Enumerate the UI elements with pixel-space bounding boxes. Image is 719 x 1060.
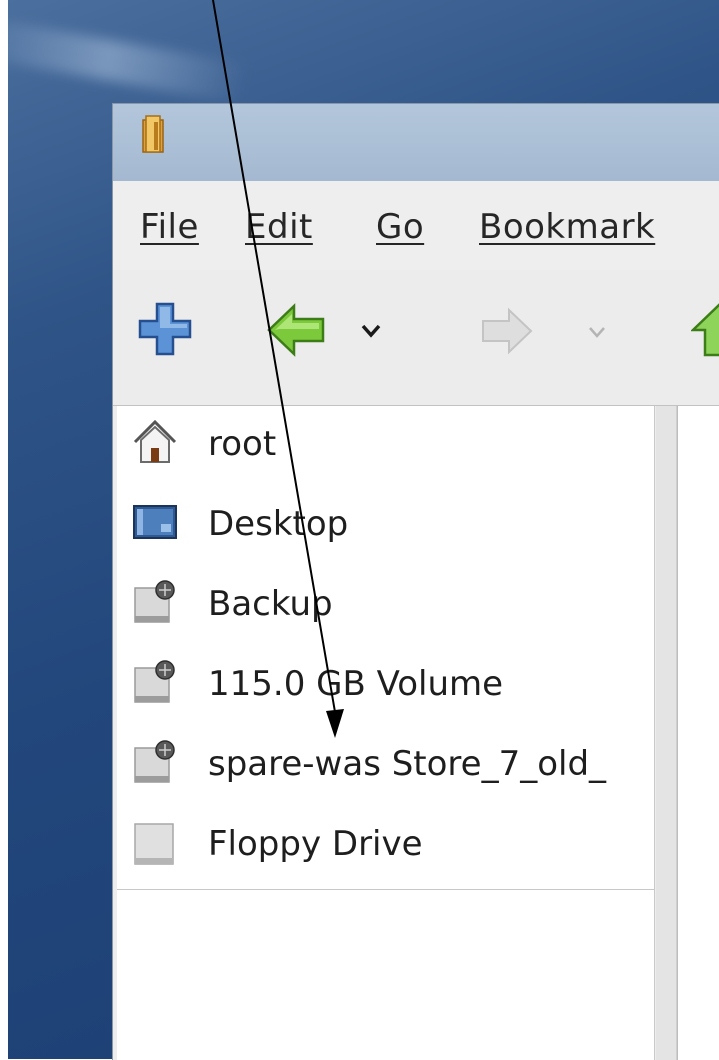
sidebar-item-label: 115.0 GB Volume: [208, 664, 504, 704]
title-bar[interactable]: [113, 104, 719, 181]
sidebar-item-label: spare-was Store_7_old_: [208, 744, 607, 784]
sidebar-item-desktop[interactable]: Desktop: [117, 486, 654, 566]
drive-icon: [134, 740, 175, 783]
menu-edit[interactable]: Edit: [245, 207, 313, 247]
forward-history-chevron-icon[interactable]: [588, 326, 606, 339]
back-arrow-icon[interactable]: [265, 303, 327, 357]
home-icon: [133, 419, 177, 463]
sidebar-item-label: root: [208, 424, 277, 464]
floppy-drive-icon: [134, 823, 174, 865]
sidebar-item-label: Backup: [208, 584, 333, 624]
sidebar-item-floppy-drive[interactable]: Floppy Drive: [117, 806, 654, 886]
up-arrow-icon[interactable]: [691, 303, 719, 357]
places-list: root Desktop Backup 115.0 GB Volume spar…: [117, 406, 654, 890]
sidebar-item-backup[interactable]: Backup: [117, 566, 654, 646]
sidebar-item-root[interactable]: root: [117, 406, 654, 486]
desktop-icon: [133, 505, 177, 539]
file-view-pane[interactable]: [677, 406, 719, 1060]
sidebar-item-spare-was-store[interactable]: spare-was Store_7_old_: [117, 726, 654, 806]
toolbar: [113, 270, 719, 406]
sidebar-item-115gb-volume[interactable]: 115.0 GB Volume: [117, 646, 654, 726]
menu-bar: File Edit Go Bookmark: [113, 181, 719, 271]
file-manager-app-icon[interactable]: [140, 114, 170, 154]
forward-arrow-icon[interactable]: [479, 307, 535, 355]
file-manager-window: File Edit Go Bookmark root Desktop Backu…: [112, 103, 719, 1060]
sidebar-scrollbar[interactable]: [656, 406, 677, 1060]
drive-icon: [134, 580, 175, 623]
menu-go[interactable]: Go: [376, 207, 424, 247]
menu-file[interactable]: File: [140, 207, 199, 247]
drive-icon: [134, 660, 175, 703]
new-tab-plus-icon[interactable]: [137, 301, 193, 357]
sidebar-item-label: Desktop: [208, 504, 349, 544]
places-sidebar: root Desktop Backup 115.0 GB Volume spar…: [117, 406, 655, 1060]
sidebar-item-label: Floppy Drive: [208, 824, 423, 864]
back-history-chevron-icon[interactable]: [360, 323, 382, 339]
menu-bookmark[interactable]: Bookmark: [479, 207, 655, 247]
